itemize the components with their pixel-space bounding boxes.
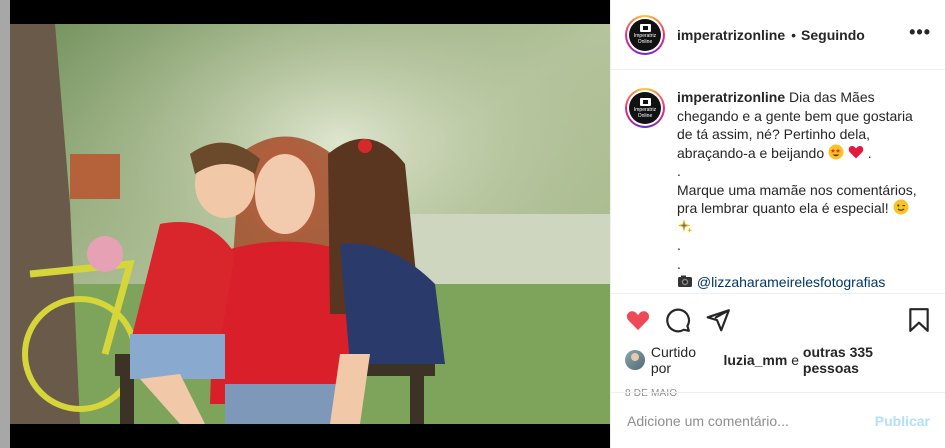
- caption-avatar-logo-text: Imperatriz Online: [633, 106, 657, 119]
- sparkles-emoji-icon: [677, 218, 692, 233]
- comment-icon[interactable]: [665, 307, 691, 333]
- caption-line-2: Marque uma mamãe nos comentários, pra le…: [677, 181, 917, 217]
- author-username[interactable]: imperatrizonline: [677, 27, 785, 43]
- post-media[interactable]: [10, 0, 610, 448]
- likes-summary: Curtido por luzia_mm e outras 335 pessoa…: [625, 344, 932, 376]
- likes-prefix: Curtido por: [650, 344, 696, 376]
- more-options-icon[interactable]: •••: [909, 23, 931, 43]
- heart-icon[interactable]: [625, 307, 651, 333]
- avatar-logo: Imperatriz Online: [629, 18, 661, 51]
- header-separator: •: [791, 26, 797, 43]
- star-struck-emoji-icon: [828, 144, 844, 159]
- avatar-logo-text: Imperatriz Online: [633, 33, 657, 45]
- winking-face-emoji-icon: [893, 199, 909, 215]
- photographer-mention-link[interactable]: @lizzaharameirelesfotografias: [697, 274, 886, 290]
- caption-username[interactable]: imperatrizonline: [677, 89, 785, 105]
- comment-input[interactable]: [627, 412, 875, 429]
- action-icons-row: [625, 306, 932, 334]
- caption-dot-1: .: [677, 163, 681, 179]
- caption-text: imperatrizonline Dia das Mães chegando e…: [677, 88, 929, 292]
- liker-avatar[interactable]: [625, 350, 645, 370]
- liker-username[interactable]: luzia_mm: [724, 352, 788, 368]
- bookmark-icon[interactable]: [906, 307, 932, 333]
- likes-others-link[interactable]: outras 335 pessoas: [803, 344, 932, 376]
- follow-status-button[interactable]: Seguindo: [801, 27, 865, 43]
- caption-line-1-end: .: [867, 144, 872, 161]
- logo-icon: [639, 97, 651, 106]
- author-avatar[interactable]: Imperatriz Online: [625, 14, 665, 55]
- post-side-panel: Imperatriz Online imperatrizonline • Seg…: [610, 0, 945, 448]
- caption-dot-3: .: [677, 255, 681, 272]
- camera-emoji-icon: [678, 275, 692, 287]
- post-caption: Imperatriz Online imperatrizonline Dia d…: [611, 70, 945, 292]
- caption-author-avatar[interactable]: Imperatriz Online: [625, 88, 665, 128]
- post-photo: [10, 24, 610, 424]
- post-header: Imperatriz Online imperatrizonline • Seg…: [611, 0, 945, 70]
- comment-box: Publicar: [611, 392, 945, 448]
- share-icon[interactable]: [705, 307, 731, 333]
- sparkles-line: [677, 218, 929, 237]
- publish-button[interactable]: Publicar: [875, 413, 930, 429]
- caption-credit-line: @lizzaharameirelesfotografias: [677, 273, 929, 292]
- caption-dot-2: .: [677, 237, 681, 253]
- logo-icon: [639, 24, 651, 32]
- red-heart-emoji-icon: [848, 145, 864, 158]
- likes-middle: e: [791, 352, 800, 368]
- post-actions: Curtido por luzia_mm e outras 335 pessoa…: [611, 293, 945, 399]
- caption-avatar-logo: Imperatriz Online: [629, 92, 661, 124]
- page-gutter: [0, 0, 10, 448]
